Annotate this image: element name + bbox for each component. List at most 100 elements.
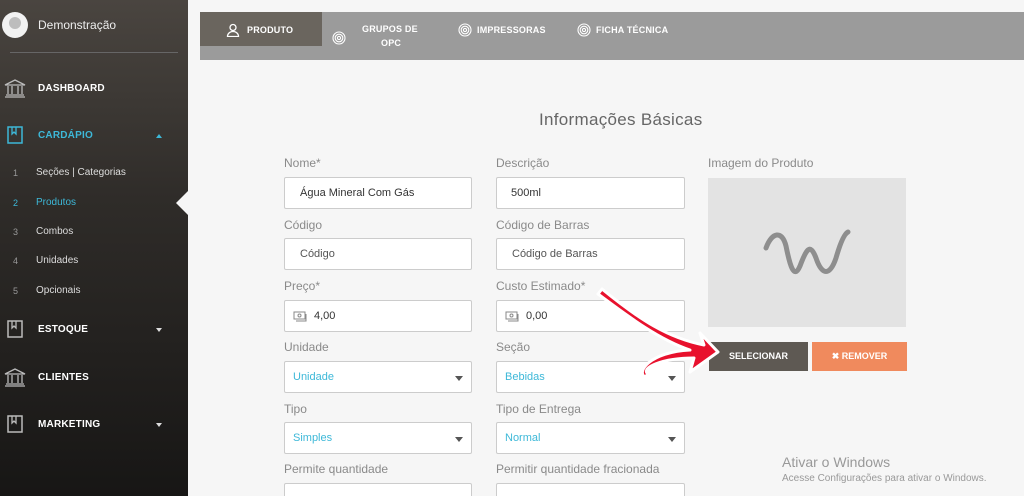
tab-label: PRODUTO — [247, 25, 294, 35]
fingerprint-icon — [577, 23, 591, 37]
subitem-number: 2 — [13, 198, 19, 208]
chevron-down-icon — [668, 376, 676, 381]
descricao-input[interactable]: 500ml — [496, 177, 685, 209]
preco-input[interactable]: 4,00 — [284, 300, 472, 332]
sidebar-item-label: MARKETING — [38, 419, 101, 430]
user-profile[interactable]: Demonstração — [0, 8, 188, 44]
custo-value: 0,00 — [526, 310, 548, 322]
chevron-down-icon — [156, 423, 162, 427]
image-placeholder — [708, 178, 906, 327]
bank-icon — [4, 368, 26, 387]
custo-label: Custo Estimado* — [496, 279, 586, 293]
codigo-label: Código — [284, 218, 323, 232]
secao-select[interactable]: Bebidas — [496, 361, 685, 393]
avatar — [2, 12, 28, 38]
tab-label-line2: OPC — [381, 38, 402, 48]
tipo-entrega-value: Normal — [505, 432, 541, 444]
subitem-label: Opcionais — [36, 285, 81, 296]
sidebar-item-marketing[interactable]: MARKETING — [0, 410, 188, 440]
chevron-down-icon — [455, 376, 463, 381]
user-icon — [226, 23, 240, 37]
sidebar-subitem-opcionais[interactable]: 5 Opcionais — [0, 280, 188, 302]
subitem-label: Produtos — [36, 197, 77, 208]
section-title: Informações Básicas — [539, 110, 703, 129]
codigo-barras-label: Código de Barras — [496, 218, 590, 232]
subitem-number: 3 — [13, 227, 19, 237]
selecionar-button[interactable]: SELECIONAR — [709, 342, 808, 371]
nome-input[interactable]: Água Mineral Com Gás — [284, 177, 472, 209]
sidebar-subitem-secoes[interactable]: 1 Seções | Categorias — [0, 162, 188, 184]
money-icon — [293, 311, 307, 322]
permite-quantidade-label: Permite quantidade — [284, 462, 389, 476]
permite-quantidade-select[interactable] — [284, 483, 472, 496]
sidebar-item-label: CARDÁPIO — [38, 130, 93, 141]
nome-value: Água Mineral Com Gás — [300, 187, 415, 199]
sidebar-item-label: CLIENTES — [38, 372, 90, 383]
active-indicator — [176, 191, 188, 215]
fingerprint-icon — [458, 23, 472, 37]
sidebar: Demonstração DASHBOARD CARDÁPIO 1 Seções… — [0, 0, 188, 496]
subitem-label: Unidades — [36, 255, 79, 266]
fingerprint-icon — [332, 31, 346, 45]
subitem-number: 4 — [13, 256, 19, 266]
sidebar-subitem-combos[interactable]: 3 Combos — [0, 221, 188, 243]
imagem-label: Imagem do Produto — [708, 156, 814, 170]
user-name: Demonstração — [38, 18, 117, 32]
sidebar-item-label: ESTOQUE — [38, 324, 89, 335]
chevron-down-icon — [668, 437, 676, 442]
sidebar-item-clientes[interactable]: CLIENTES — [0, 363, 188, 393]
subitem-label: Combos — [36, 226, 74, 237]
remover-button[interactable]: ✖ REMOVER — [812, 342, 907, 371]
chevron-down-icon — [156, 328, 162, 332]
preco-label: Preço* — [284, 279, 321, 293]
permitir-quantidade-fracionada-label: Permitir quantidade fracionada — [496, 462, 660, 476]
sidebar-item-dashboard[interactable]: DASHBOARD — [0, 74, 188, 104]
tab-label: IMPRESSORAS — [477, 25, 546, 35]
tab-impressoras[interactable]: IMPRESSORAS — [456, 12, 556, 48]
codigo-barras-input[interactable]: Código de Barras — [496, 238, 685, 270]
unidade-label: Unidade — [284, 340, 329, 354]
book-icon — [7, 126, 23, 144]
subitem-number: 5 — [13, 286, 19, 296]
tab-label-line1: GRUPOS DE — [362, 24, 418, 34]
book-icon — [7, 320, 23, 338]
book-icon — [7, 415, 23, 433]
descricao-label: Descrição — [496, 156, 550, 170]
sidebar-item-label: DASHBOARD — [38, 83, 105, 94]
tipo-label: Tipo — [284, 402, 307, 416]
custo-input[interactable]: 0,00 — [496, 300, 685, 332]
tipo-value: Simples — [293, 432, 333, 444]
sidebar-subitem-produtos[interactable]: 2 Produtos — [0, 192, 188, 214]
squiggle-placeholder-icon — [763, 229, 851, 275]
codigo-barras-placeholder: Código de Barras — [512, 248, 598, 260]
windows-activation-subtitle: Acesse Configurações para ativar o Windo… — [782, 473, 987, 484]
permitir-quantidade-fracionada-select[interactable] — [496, 483, 685, 496]
tab-grupos-de-opc[interactable]: GRUPOS DE OPC — [326, 12, 436, 48]
tab-produto[interactable]: PRODUTO — [200, 12, 322, 46]
tab-ficha-tecnica[interactable]: FICHA TÉCNICA — [576, 12, 686, 48]
windows-activation-title: Ativar o Windows — [782, 454, 891, 470]
chevron-up-icon — [156, 134, 162, 138]
sidebar-divider — [10, 52, 178, 53]
unidade-value: Unidade — [293, 371, 334, 383]
codigo-input[interactable]: Código — [284, 238, 472, 270]
nome-label: Nome* — [284, 156, 321, 170]
sidebar-item-cardapio[interactable]: CARDÁPIO — [0, 121, 188, 151]
descricao-value: 500ml — [511, 187, 541, 199]
codigo-placeholder: Código — [300, 248, 335, 260]
tipo-entrega-label: Tipo de Entrega — [496, 402, 581, 416]
tipo-select[interactable]: Simples — [284, 422, 472, 454]
subitem-label: Seções | Categorias — [36, 167, 126, 178]
sidebar-item-estoque[interactable]: ESTOQUE — [0, 315, 188, 345]
unidade-select[interactable]: Unidade — [284, 361, 472, 393]
tipo-entrega-select[interactable]: Normal — [496, 422, 685, 454]
secao-label: Seção — [496, 340, 531, 354]
money-icon — [505, 311, 519, 322]
chevron-down-icon — [455, 437, 463, 442]
tab-bar: PRODUTO GRUPOS DE OPC IMPRESSORAS FICHA … — [200, 12, 1024, 60]
bank-icon — [4, 79, 26, 98]
preco-value: 4,00 — [314, 310, 336, 322]
secao-value: Bebidas — [505, 371, 545, 383]
main-content: Informações Básicas Nome* Água Mineral C… — [200, 60, 1024, 496]
sidebar-subitem-unidades[interactable]: 4 Unidades — [0, 250, 188, 272]
